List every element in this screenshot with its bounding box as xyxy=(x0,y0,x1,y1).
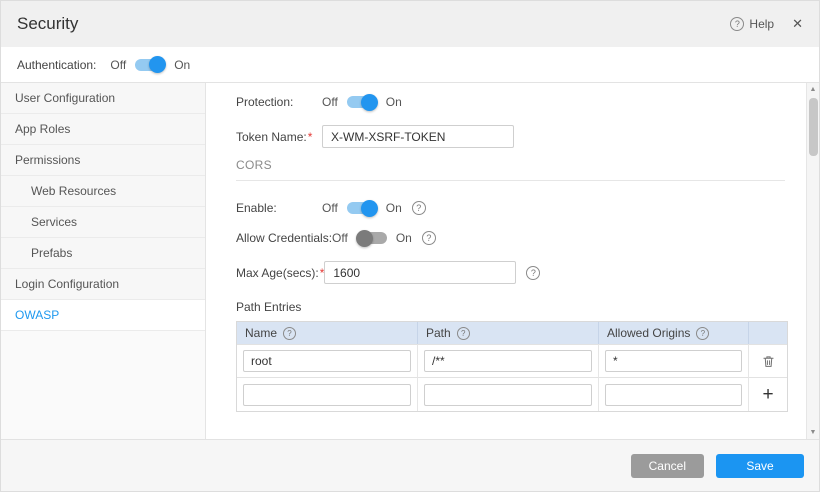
sidebar-item-prefabs[interactable]: Prefabs xyxy=(1,238,205,269)
help-icon[interactable]: ? xyxy=(730,17,744,31)
table-row xyxy=(237,344,787,377)
sidebar-item-permissions[interactable]: Permissions xyxy=(1,145,205,176)
token-name-input[interactable] xyxy=(322,125,514,148)
column-header-path: Path ? xyxy=(418,322,599,344)
sidebar-item-services[interactable]: Services xyxy=(1,207,205,238)
cors-enable-toggle[interactable] xyxy=(347,202,377,214)
allow-credentials-off-label: Off xyxy=(332,231,348,245)
authentication-label: Authentication: xyxy=(17,58,96,72)
cors-enable-on-label: On xyxy=(386,201,402,215)
save-button[interactable]: Save xyxy=(716,454,804,478)
protection-off-label: Off xyxy=(322,95,338,109)
add-row-button[interactable]: + xyxy=(760,383,775,406)
dialog-header: Security ? Help ✕ xyxy=(1,1,819,47)
cors-section-heading: CORS xyxy=(236,158,785,172)
path-entry-origins-input[interactable] xyxy=(605,350,742,372)
help-icon[interactable]: ? xyxy=(412,201,426,215)
column-header-allowed-origins: Allowed Origins ? xyxy=(599,322,749,344)
toggle-knob xyxy=(361,200,378,217)
scroll-up-arrow[interactable]: ▲ xyxy=(807,83,820,96)
authentication-on-label: On xyxy=(174,58,190,72)
token-name-label: Token Name:* xyxy=(236,130,322,144)
security-dialog: Security ? Help ✕ Authentication: Off On… xyxy=(0,0,820,492)
page-title: Security xyxy=(17,14,78,34)
dialog-footer: Cancel Save xyxy=(1,439,819,491)
column-header-actions xyxy=(749,322,787,344)
sidebar-item-user-configuration[interactable]: User Configuration xyxy=(1,83,205,114)
protection-label: Protection: xyxy=(236,95,322,109)
close-icon[interactable]: ✕ xyxy=(792,16,803,32)
cancel-button[interactable]: Cancel xyxy=(631,454,704,478)
scrollbar-thumb[interactable] xyxy=(809,98,818,156)
max-age-row: Max Age(secs):* ? xyxy=(236,261,785,284)
protection-row: Protection: Off On xyxy=(236,95,785,109)
help-icon[interactable]: ? xyxy=(457,327,470,340)
sidebar-item-app-roles[interactable]: App Roles xyxy=(1,114,205,145)
new-entry-name-input[interactable] xyxy=(243,384,411,406)
plus-icon: + xyxy=(762,385,773,404)
new-entry-path-input[interactable] xyxy=(424,384,592,406)
trash-icon xyxy=(762,354,775,369)
toggle-knob xyxy=(361,94,378,111)
delete-row-button[interactable] xyxy=(760,352,777,371)
required-marker: * xyxy=(308,130,313,144)
scroll-down-arrow[interactable]: ▼ xyxy=(807,426,820,439)
owasp-panel: Protection: Off On Token Name:* CORS Ena… xyxy=(206,83,819,439)
table-row-new: + xyxy=(237,377,787,411)
help-icon[interactable]: ? xyxy=(526,266,540,280)
max-age-label: Max Age(secs):* xyxy=(236,266,324,280)
authentication-bar: Authentication: Off On xyxy=(1,47,819,83)
help-icon[interactable]: ? xyxy=(283,327,296,340)
section-divider xyxy=(236,180,785,181)
toggle-knob xyxy=(356,230,373,247)
token-name-row: Token Name:* xyxy=(236,125,785,148)
column-header-name: Name ? xyxy=(237,322,418,344)
path-entries-table: Name ? Path ? Allowed Origins ? xyxy=(236,321,788,412)
table-header-row: Name ? Path ? Allowed Origins ? xyxy=(237,322,787,344)
help-icon[interactable]: ? xyxy=(696,327,709,340)
path-entry-name-input[interactable] xyxy=(243,350,411,372)
allow-credentials-toggle[interactable] xyxy=(357,232,387,244)
vertical-scrollbar[interactable]: ▲ ▼ xyxy=(806,83,819,439)
allow-credentials-label: Allow Credentials: xyxy=(236,231,332,245)
cors-enable-label: Enable: xyxy=(236,201,322,215)
authentication-off-label: Off xyxy=(110,58,126,72)
protection-toggle[interactable] xyxy=(347,96,377,108)
protection-on-label: On xyxy=(386,95,402,109)
new-entry-origins-input[interactable] xyxy=(605,384,742,406)
dialog-body: User Configuration App Roles Permissions… xyxy=(1,83,819,439)
help-button[interactable]: ? Help xyxy=(730,17,774,31)
path-entry-path-input[interactable] xyxy=(424,350,592,372)
toggle-knob xyxy=(149,56,166,73)
header-actions: ? Help ✕ xyxy=(730,16,803,32)
allow-credentials-row: Allow Credentials: Off On ? xyxy=(236,231,785,245)
allow-credentials-on-label: On xyxy=(396,231,412,245)
help-label[interactable]: Help xyxy=(749,17,774,31)
authentication-toggle[interactable] xyxy=(135,59,165,71)
help-icon[interactable]: ? xyxy=(422,231,436,245)
path-entries-label: Path Entries xyxy=(236,300,785,314)
max-age-input[interactable] xyxy=(324,261,516,284)
sidebar-item-owasp[interactable]: OWASP xyxy=(1,300,205,331)
sidebar-item-login-configuration[interactable]: Login Configuration xyxy=(1,269,205,300)
sidebar-item-web-resources[interactable]: Web Resources xyxy=(1,176,205,207)
sidebar: User Configuration App Roles Permissions… xyxy=(1,83,206,439)
cors-enable-off-label: Off xyxy=(322,201,338,215)
cors-enable-row: Enable: Off On ? xyxy=(236,201,785,215)
